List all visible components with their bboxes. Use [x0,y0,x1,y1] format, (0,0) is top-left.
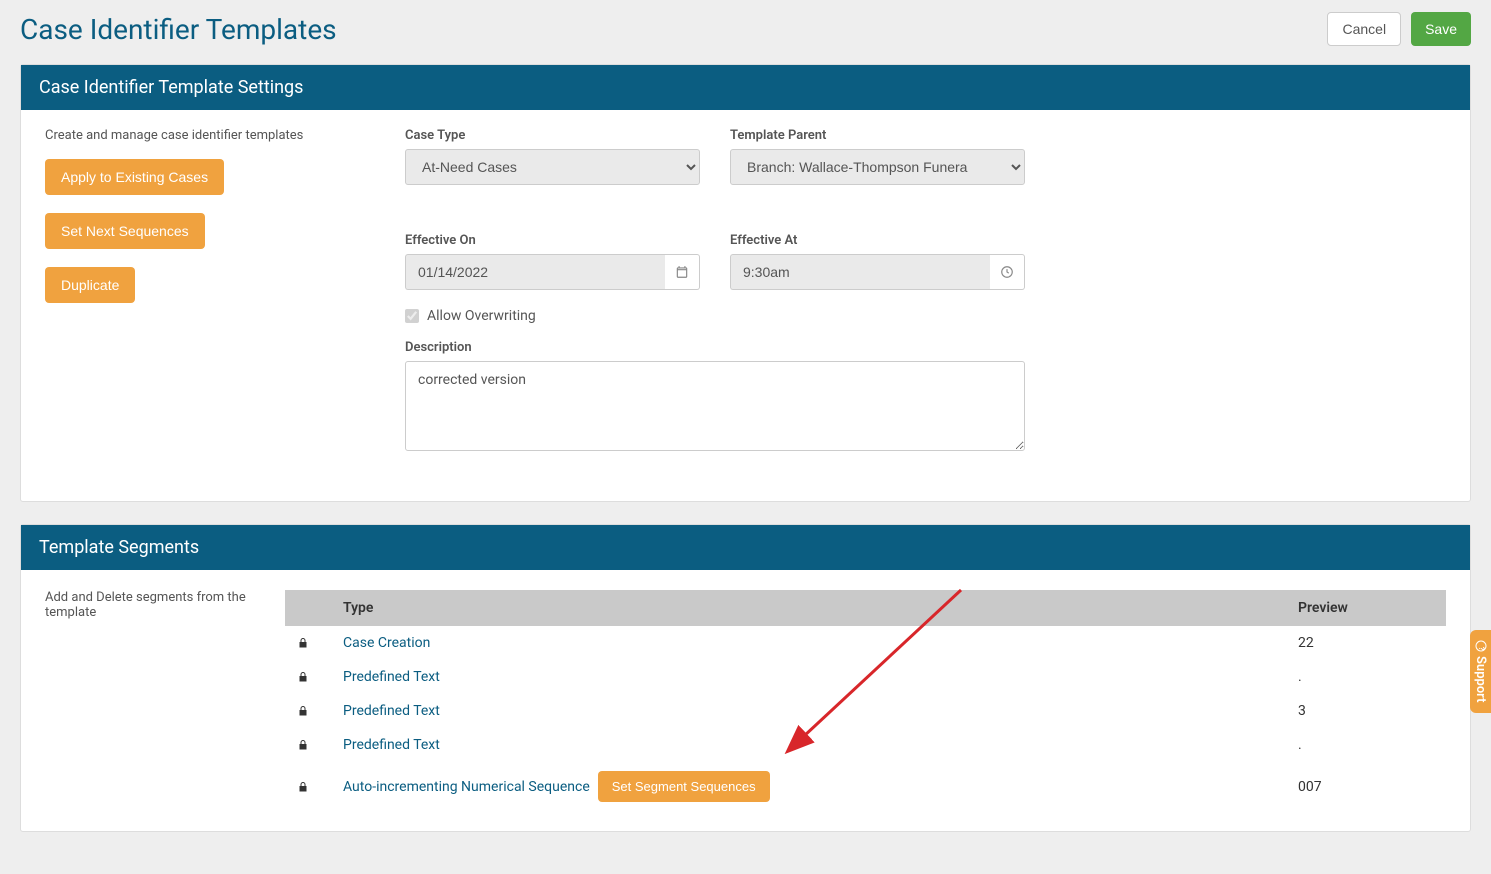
description-label: Description [405,340,1025,355]
segment-type-link[interactable]: Predefined Text [343,669,440,685]
segment-type-link[interactable]: Predefined Text [343,703,440,719]
segment-preview-cell: 3 [1286,694,1446,728]
svg-text:?: ? [1477,647,1485,651]
col-type-header: Type [331,590,1286,626]
segment-preview-cell: 22 [1286,626,1446,660]
segment-preview-cell: 007 [1286,762,1446,811]
table-row: Predefined Text. [285,728,1446,762]
segment-type-link[interactable]: Case Creation [343,635,430,651]
settings-panel: Case Identifier Template Settings Create… [20,64,1471,502]
clock-icon[interactable] [990,254,1025,290]
template-parent-label: Template Parent [730,128,1025,143]
settings-panel-header: Case Identifier Template Settings [21,65,1470,110]
effective-at-input[interactable] [730,254,990,290]
case-type-label: Case Type [405,128,700,143]
support-tab[interactable]: ? Support [1470,630,1491,713]
effective-on-label: Effective On [405,233,700,248]
page-title: Case Identifier Templates [20,13,337,46]
lock-icon [297,636,311,650]
cancel-button[interactable]: Cancel [1327,12,1401,46]
segment-type-link[interactable]: Auto-incrementing Numerical Sequence [343,779,590,795]
save-button[interactable]: Save [1411,12,1471,46]
segment-type-link[interactable]: Predefined Text [343,737,440,753]
segments-table: Type Preview Case Creation22Predefined T… [285,590,1446,811]
settings-helper-text: Create and manage case identifier templa… [45,128,405,143]
calendar-icon[interactable] [665,254,700,290]
segment-preview-cell: . [1286,660,1446,694]
lock-icon [297,704,311,718]
allow-overwriting-checkbox[interactable] [405,309,419,323]
description-textarea[interactable]: corrected version [405,361,1025,451]
segments-helper-text: Add and Delete segments from the templat… [45,590,285,811]
col-preview-header: Preview [1286,590,1446,626]
segments-panel: Template Segments Add and Delete segment… [20,524,1471,832]
effective-at-label: Effective At [730,233,1025,248]
table-row: Auto-incrementing Numerical Sequence Set … [285,762,1446,811]
segment-preview-cell: . [1286,728,1446,762]
header-actions: Cancel Save [1327,12,1471,46]
case-type-select[interactable]: At-Need Cases [405,149,700,185]
table-row: Case Creation 22 [285,626,1446,660]
lock-icon [297,738,311,752]
duplicate-button[interactable]: Duplicate [45,267,135,303]
support-label: Support [1473,656,1488,703]
support-icon: ? [1475,640,1487,652]
table-row: Predefined Text 3 [285,694,1446,728]
apply-existing-cases-button[interactable]: Apply to Existing Cases [45,159,224,195]
effective-on-input[interactable] [405,254,665,290]
table-row: Predefined Text. [285,660,1446,694]
set-next-sequences-button[interactable]: Set Next Sequences [45,213,205,249]
lock-icon [297,780,311,794]
allow-overwriting-label: Allow Overwriting [427,308,536,324]
template-parent-select[interactable]: Branch: Wallace-Thompson Funera [730,149,1025,185]
set-segment-sequences-button[interactable]: Set Segment Sequences [598,771,770,802]
lock-icon [297,670,311,684]
segments-panel-header: Template Segments [21,525,1470,570]
